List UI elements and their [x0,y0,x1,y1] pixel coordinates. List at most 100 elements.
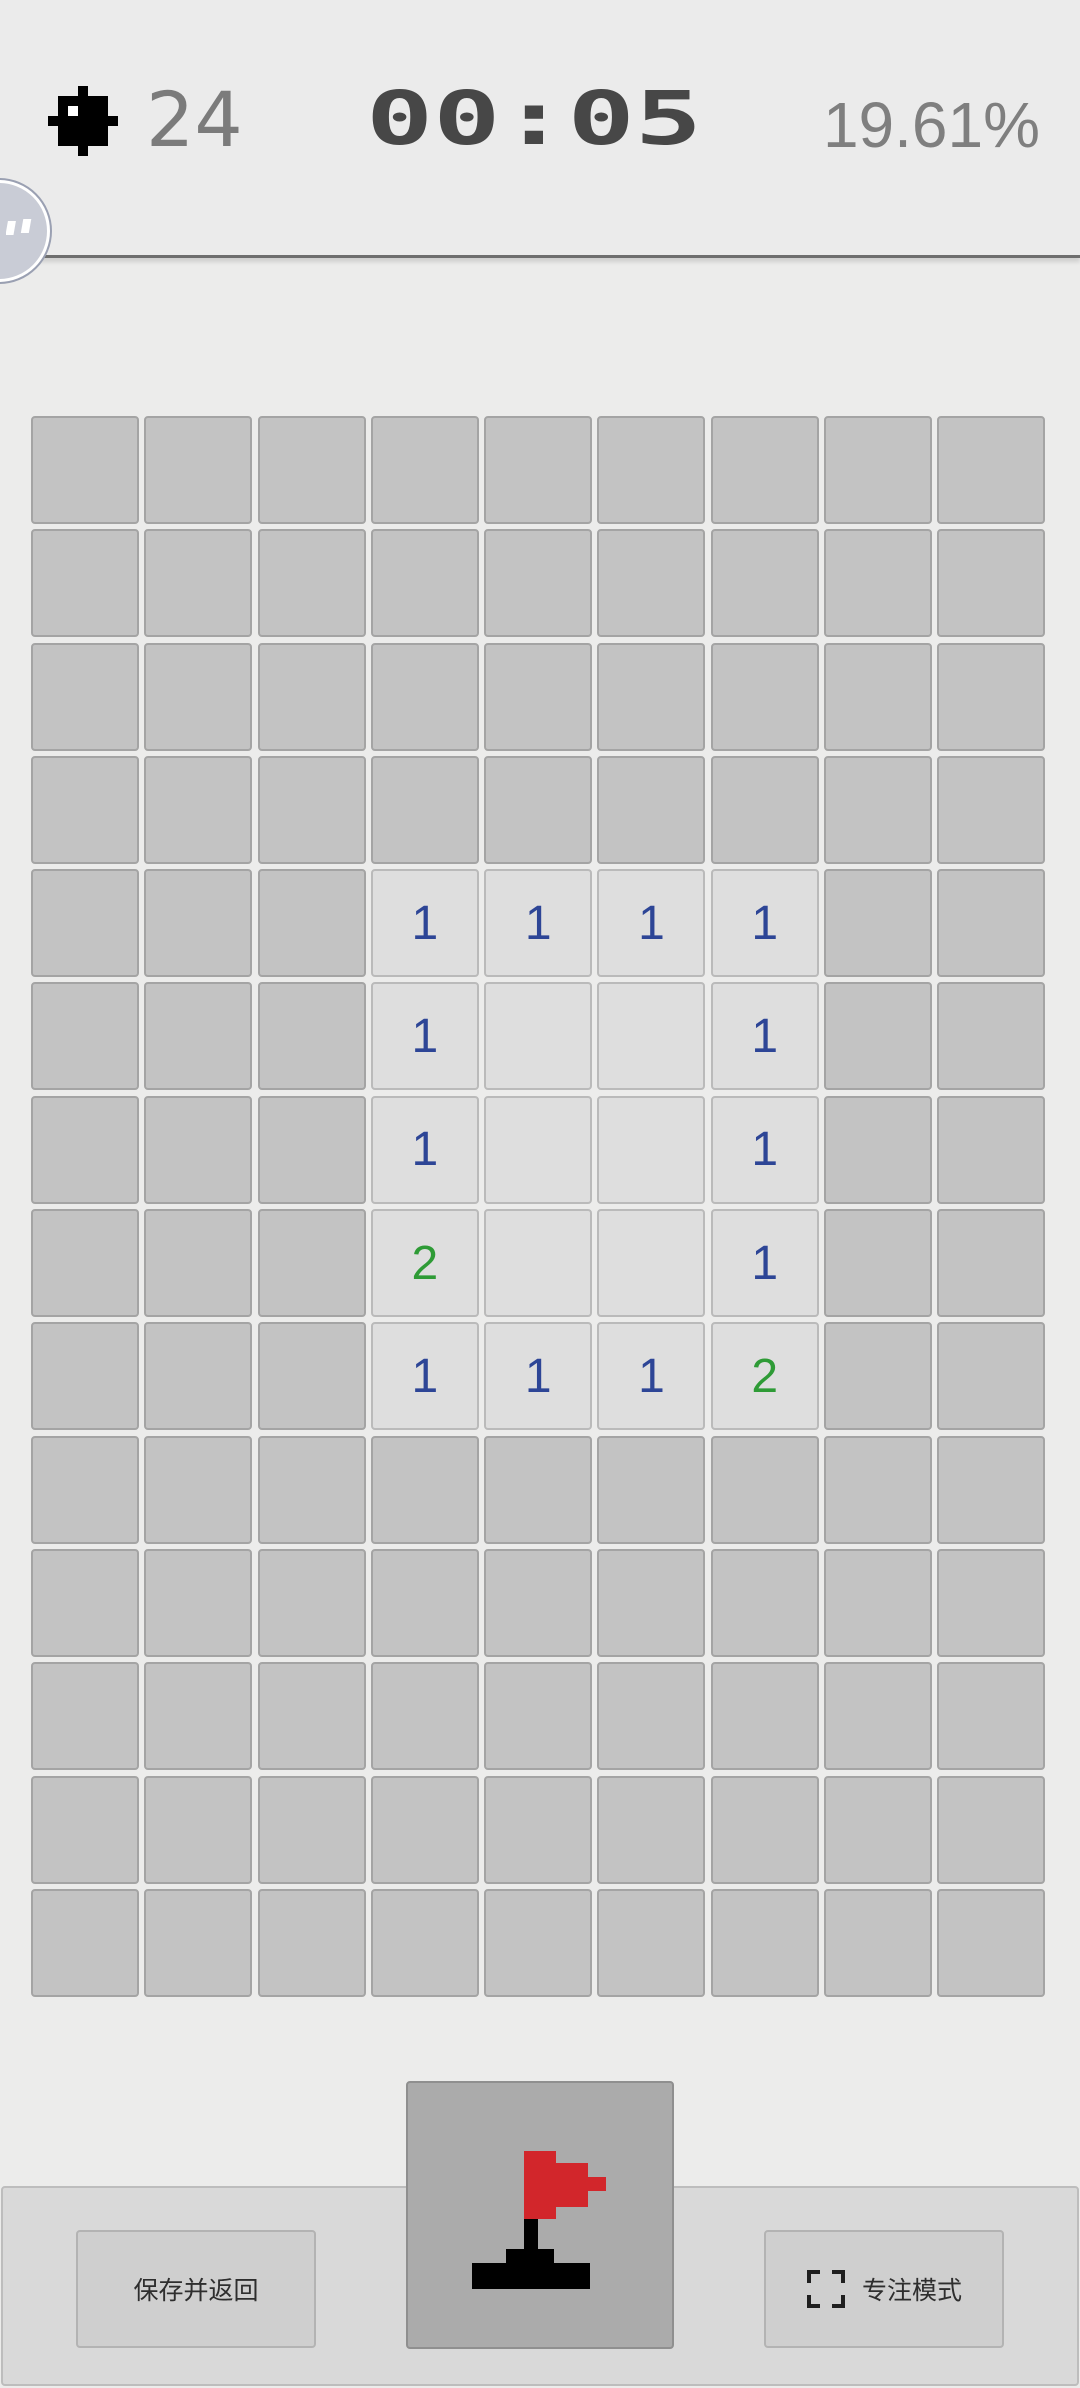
closed-cell[interactable] [937,1095,1046,1204]
closed-cell[interactable] [597,529,706,638]
closed-cell[interactable] [824,1095,933,1204]
closed-cell[interactable] [937,1209,1046,1318]
closed-cell[interactable] [370,1662,479,1771]
closed-cell[interactable] [31,642,139,751]
number-cell[interactable]: 1 [597,869,706,978]
closed-cell[interactable] [597,1548,706,1657]
closed-cell[interactable] [484,1662,593,1771]
closed-cell[interactable] [484,529,593,638]
closed-cell[interactable] [824,1322,933,1431]
empty-cell[interactable] [484,982,593,1091]
number-cell[interactable]: 1 [370,1322,479,1431]
closed-cell[interactable] [144,869,253,978]
closed-cell[interactable] [597,1662,706,1771]
closed-cell[interactable] [31,416,139,524]
closed-cell[interactable] [824,1548,933,1657]
number-cell[interactable]: 1 [484,869,593,978]
closed-cell[interactable] [597,755,706,864]
number-cell[interactable]: 1 [710,869,819,978]
number-cell[interactable]: 2 [710,1322,819,1431]
closed-cell[interactable] [370,1548,479,1657]
number-cell[interactable]: 1 [710,1095,819,1204]
number-cell[interactable]: 1 [370,869,479,978]
closed-cell[interactable] [710,1888,819,1997]
number-cell[interactable]: 1 [710,1209,819,1318]
closed-cell[interactable] [824,1209,933,1318]
closed-cell[interactable] [257,1548,366,1657]
closed-cell[interactable] [710,1775,819,1884]
closed-cell[interactable] [257,1095,366,1204]
flag-mode-button[interactable] [406,2081,674,2349]
closed-cell[interactable] [484,1548,593,1657]
closed-cell[interactable] [144,1435,253,1544]
closed-cell[interactable] [824,1888,933,1997]
closed-cell[interactable] [937,755,1046,864]
closed-cell[interactable] [31,1209,139,1318]
closed-cell[interactable] [31,1322,139,1431]
closed-cell[interactable] [484,755,593,864]
closed-cell[interactable] [257,1662,366,1771]
save-and-return-button[interactable]: 保存并返回 [76,2230,316,2348]
closed-cell[interactable] [824,869,933,978]
closed-cell[interactable] [31,1095,139,1204]
closed-cell[interactable] [484,642,593,751]
empty-cell[interactable] [597,1209,706,1318]
closed-cell[interactable] [824,642,933,751]
closed-cell[interactable] [257,1435,366,1544]
closed-cell[interactable] [824,529,933,638]
closed-cell[interactable] [824,982,933,1091]
closed-cell[interactable] [257,869,366,978]
closed-cell[interactable] [937,529,1046,638]
number-cell[interactable]: 1 [370,1095,479,1204]
closed-cell[interactable] [937,1435,1046,1544]
closed-cell[interactable] [937,982,1046,1091]
closed-cell[interactable] [144,1209,253,1318]
closed-cell[interactable] [144,416,253,524]
number-cell[interactable]: 1 [597,1322,706,1431]
closed-cell[interactable] [370,1775,479,1884]
closed-cell[interactable] [257,1888,366,1997]
closed-cell[interactable] [710,1435,819,1544]
closed-cell[interactable] [31,1662,139,1771]
closed-cell[interactable] [144,642,253,751]
closed-cell[interactable] [257,642,366,751]
number-cell[interactable]: 1 [484,1322,593,1431]
closed-cell[interactable] [144,982,253,1091]
closed-cell[interactable] [31,1775,139,1884]
closed-cell[interactable] [257,755,366,864]
closed-cell[interactable] [144,1322,253,1431]
focus-mode-button[interactable]: 专注模式 [764,2230,1004,2348]
closed-cell[interactable] [937,1888,1046,1997]
closed-cell[interactable] [824,1662,933,1771]
closed-cell[interactable] [710,529,819,638]
number-cell[interactable]: 1 [710,982,819,1091]
closed-cell[interactable] [484,416,593,524]
closed-cell[interactable] [824,755,933,864]
closed-cell[interactable] [144,1662,253,1771]
closed-cell[interactable] [937,1662,1046,1771]
closed-cell[interactable] [144,1888,253,1997]
number-cell[interactable]: 1 [370,982,479,1091]
closed-cell[interactable] [484,1888,593,1997]
closed-cell[interactable] [31,1435,139,1544]
closed-cell[interactable] [144,755,253,864]
closed-cell[interactable] [370,529,479,638]
closed-cell[interactable] [597,642,706,751]
closed-cell[interactable] [257,529,366,638]
closed-cell[interactable] [144,1095,253,1204]
closed-cell[interactable] [484,1435,593,1544]
closed-cell[interactable] [31,1888,139,1997]
closed-cell[interactable] [31,529,139,638]
closed-cell[interactable] [257,982,366,1091]
closed-cell[interactable] [824,1435,933,1544]
closed-cell[interactable] [257,1209,366,1318]
closed-cell[interactable] [597,1435,706,1544]
closed-cell[interactable] [257,1322,366,1431]
closed-cell[interactable] [710,1548,819,1657]
closed-cell[interactable] [710,1662,819,1771]
closed-cell[interactable] [370,755,479,864]
closed-cell[interactable] [257,416,366,524]
closed-cell[interactable] [597,1775,706,1884]
closed-cell[interactable] [937,642,1046,751]
empty-cell[interactable] [597,1095,706,1204]
